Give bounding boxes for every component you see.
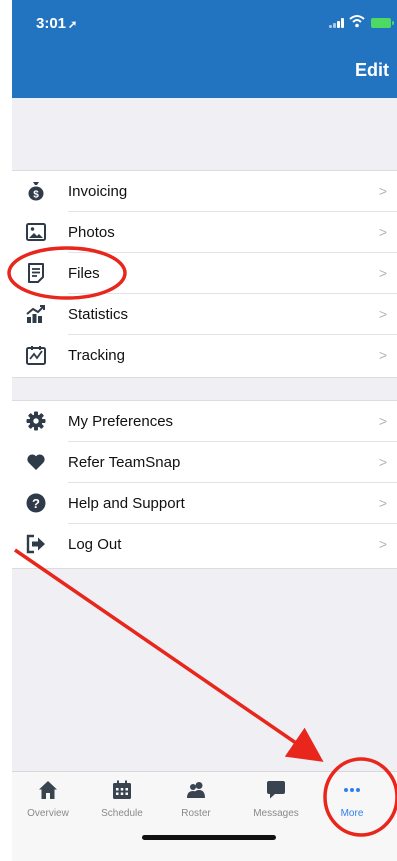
photo-icon <box>26 223 46 241</box>
svg-text:?: ? <box>32 496 40 511</box>
tab-label: Overview <box>27 808 69 819</box>
menu-item-invoicing[interactable]: $ Invoicing > <box>12 171 397 212</box>
menu-item-label: Statistics <box>68 306 129 323</box>
chevron-right-icon: > <box>378 183 387 199</box>
menu-item-photos[interactable]: Photos > <box>12 212 397 253</box>
menu-item-tracking[interactable]: Tracking > <box>12 335 397 376</box>
question-icon: ? <box>26 493 46 513</box>
menu-item-my-preferences[interactable]: My Preferences > <box>12 401 397 442</box>
tab-bar: Overview Schedule Roster Messages More <box>12 771 397 861</box>
money-bag-icon: $ <box>28 182 44 201</box>
people-icon <box>187 782 205 798</box>
chevron-right-icon: > <box>378 495 387 511</box>
svg-text:$: $ <box>33 190 39 201</box>
calendar-icon <box>113 780 131 799</box>
menu-item-files[interactable]: Files > <box>12 253 397 294</box>
menu-item-label: Log Out <box>68 536 122 553</box>
statistics-icon <box>26 305 45 323</box>
status-bar: 3:01 ➚ <box>12 0 397 44</box>
menu-item-statistics[interactable]: Statistics > <box>12 294 397 335</box>
chevron-right-icon: > <box>378 536 387 552</box>
tab-label: Messages <box>253 808 299 819</box>
tab-label: More <box>340 808 364 819</box>
edit-button[interactable]: Edit <box>355 60 389 81</box>
menu-group-primary: $ Invoicing > Photos > Files > Statistic… <box>12 170 397 378</box>
tab-roster[interactable]: Roster <box>164 780 228 830</box>
status-time: 3:01 <box>36 15 67 32</box>
battery-icon <box>371 18 394 28</box>
file-icon <box>28 263 44 283</box>
menu-item-label: Photos <box>68 224 115 241</box>
tab-messages[interactable]: Messages <box>244 780 308 830</box>
menu-item-log-out[interactable]: Log Out > <box>12 524 397 565</box>
location-arrow-icon: ➚ <box>68 19 78 31</box>
tab-label: Schedule <box>101 808 143 819</box>
menu-item-label: Tracking <box>68 347 125 364</box>
home-icon <box>39 781 57 799</box>
more-icon <box>344 788 360 792</box>
chevron-right-icon: > <box>378 224 387 240</box>
tab-schedule[interactable]: Schedule <box>90 780 154 830</box>
menu-item-help-and-support[interactable]: ? Help and Support > <box>12 483 397 524</box>
menu-item-label: Invoicing <box>68 183 128 200</box>
wifi-icon <box>349 15 365 28</box>
chevron-right-icon: > <box>378 454 387 470</box>
gear-icon <box>26 411 46 431</box>
heart-icon <box>27 454 45 470</box>
tab-overview[interactable]: Overview <box>16 780 80 830</box>
menu-item-label: My Preferences <box>68 413 174 430</box>
menu-item-label: Refer TeamSnap <box>68 454 181 471</box>
chat-icon <box>267 781 285 799</box>
tab-more[interactable]: More <box>320 780 384 830</box>
menu-group-secondary: My Preferences > Refer TeamSnap > ? Help… <box>12 400 397 569</box>
tracking-icon <box>26 346 46 365</box>
chevron-right-icon: > <box>378 265 387 281</box>
menu-item-label: Files <box>68 265 100 282</box>
chevron-right-icon: > <box>378 347 387 363</box>
chevron-right-icon: > <box>378 306 387 322</box>
home-indicator <box>142 835 276 840</box>
tab-label: Roster <box>181 808 211 819</box>
navigation-bar: Edit <box>12 44 397 98</box>
chevron-right-icon: > <box>378 413 387 429</box>
menu-item-refer-teamsnap[interactable]: Refer TeamSnap > <box>12 442 397 483</box>
cellular-signal-icon <box>329 18 345 28</box>
app-screen: 3:01 ➚ Edit $ Invoicing > Photos > Files… <box>12 0 397 861</box>
menu-item-label: Help and Support <box>68 495 185 512</box>
logout-icon <box>26 534 45 554</box>
